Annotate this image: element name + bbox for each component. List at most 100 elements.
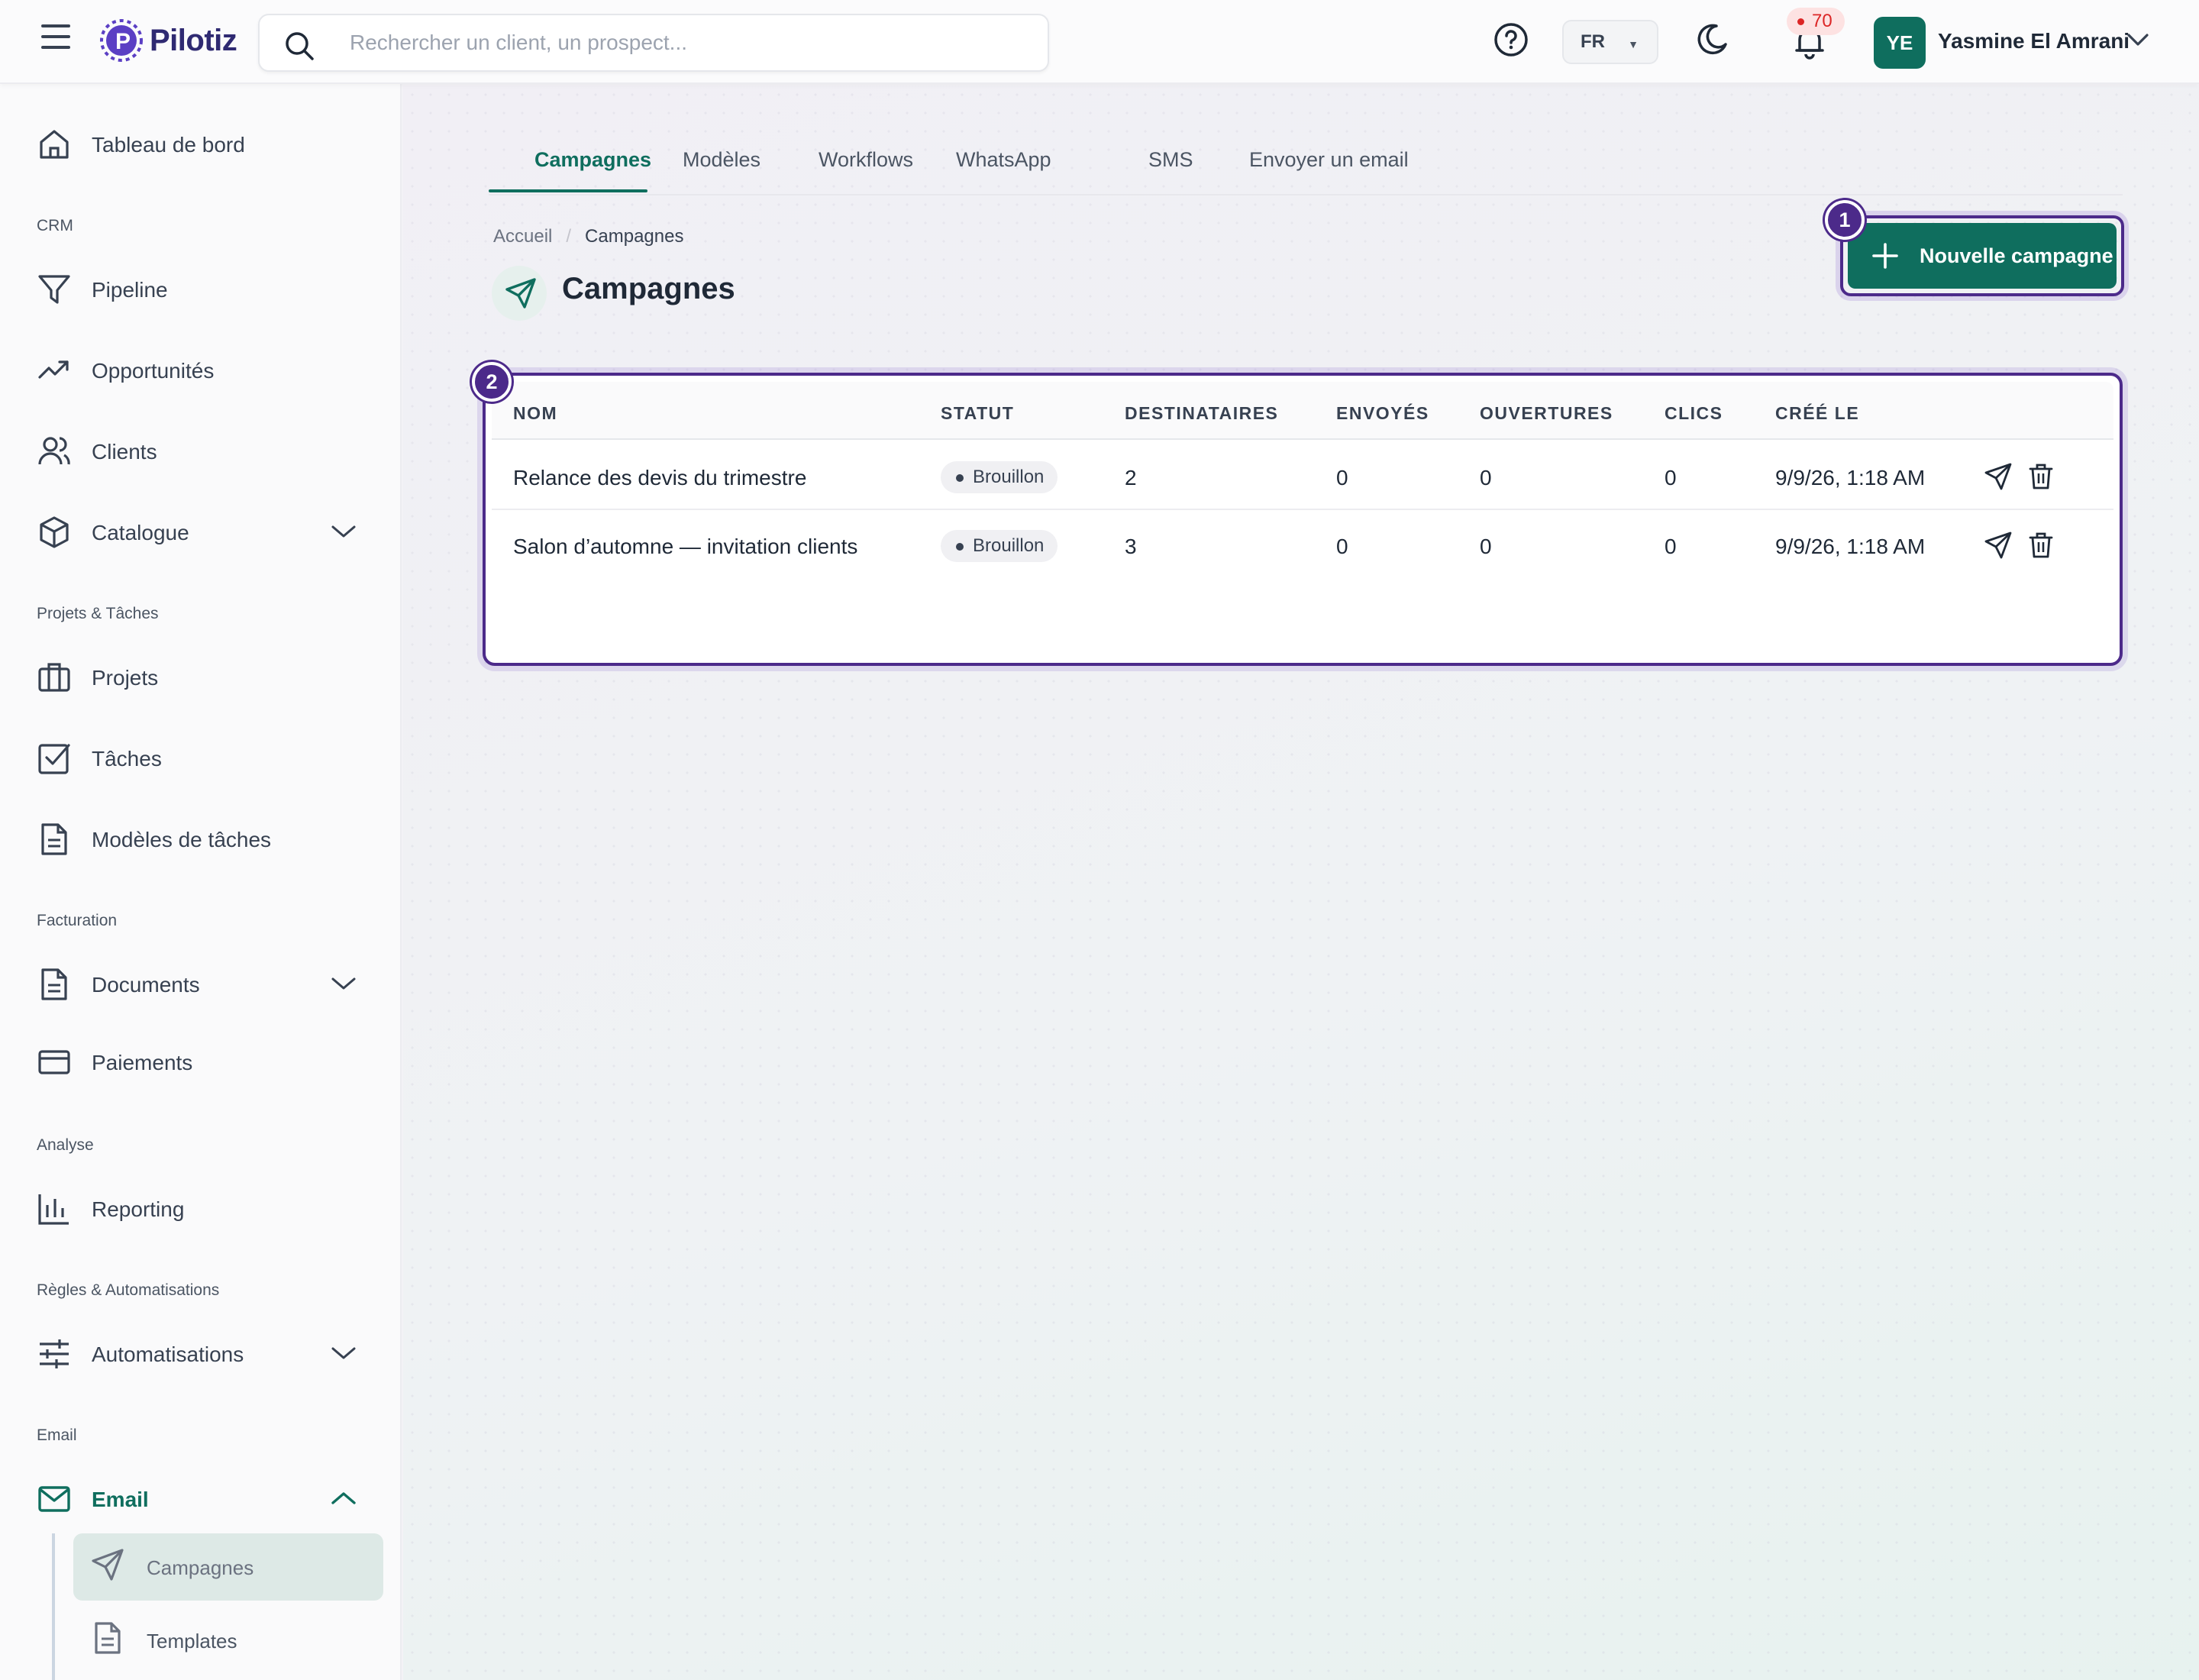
- table-row[interactable]: Salon d’automne — invitation clients Bro…: [492, 510, 2113, 579]
- sidebar-item-label: Automatisations: [92, 1342, 244, 1366]
- tab-sms[interactable]: SMS: [1148, 148, 1193, 172]
- column-header-recipients[interactable]: DESTINATAIRES: [1125, 403, 1278, 424]
- sidebar-item-clients[interactable]: Clients: [0, 423, 402, 477]
- sidebar-item-catalogue[interactable]: Catalogue: [0, 504, 402, 557]
- status-dot: [956, 543, 964, 551]
- sidebar-item-task-templates[interactable]: Modèles de tâches: [0, 811, 402, 864]
- chevron-down-icon[interactable]: [2124, 29, 2152, 50]
- column-header-created[interactable]: CRÉÉ LE: [1775, 403, 1859, 424]
- column-header-status[interactable]: STATUT: [941, 403, 1014, 424]
- campaign-name[interactable]: Salon d’automne — invitation clients: [513, 535, 857, 559]
- sidebar: Tableau de bord CRM Pipeline Opportunité…: [0, 84, 402, 1680]
- document-icon: [41, 968, 67, 1000]
- sidebar-item-pipeline[interactable]: Pipeline: [0, 261, 402, 315]
- tab-bar: Campagnes Modèles Workflows WhatsApp SMS…: [489, 134, 2123, 195]
- sidebar-item-documents[interactable]: Documents: [0, 956, 402, 1010]
- moon-icon[interactable]: [1694, 21, 1730, 58]
- sidebar-item-label: Tableau de bord: [92, 133, 245, 157]
- sent-count: 0: [1336, 466, 1348, 489]
- tab-models[interactable]: Modèles: [683, 148, 760, 172]
- breadcrumb: Accueil / Campagnes: [493, 226, 683, 247]
- sidebar-item-label: Clients: [92, 440, 157, 464]
- breadcrumb-separator: /: [566, 226, 572, 247]
- sidebar-subitem-label: Campagnes: [147, 1556, 254, 1579]
- sidebar-item-projects[interactable]: Projets: [0, 649, 402, 703]
- bar-chart-icon: [38, 1194, 69, 1225]
- sliders-icon: [40, 1339, 69, 1368]
- opens-count: 0: [1480, 535, 1492, 558]
- send-icon: [92, 1549, 124, 1581]
- logo-icon: P: [100, 19, 143, 62]
- chevron-down-icon[interactable]: [330, 974, 357, 993]
- table-row[interactable]: Relance des devis du trimestre Brouillon…: [492, 441, 2113, 510]
- avatar[interactable]: YE: [1874, 17, 1926, 69]
- tab-campaigns[interactable]: Campagnes: [534, 148, 651, 172]
- credit-card-icon: [38, 1050, 70, 1074]
- sidebar-item-label: Tâches: [92, 747, 162, 771]
- search-box: [258, 14, 1049, 72]
- column-header-sent[interactable]: ENVOYÉS: [1336, 403, 1429, 424]
- send-icon[interactable]: [1983, 461, 2013, 492]
- column-header-opens[interactable]: OUVERTURES: [1480, 403, 1613, 424]
- sent-count: 0: [1336, 535, 1348, 558]
- breadcrumb-current: Campagnes: [585, 226, 684, 247]
- marker-2: 2: [472, 362, 512, 402]
- sidebar-item-reporting[interactable]: Reporting: [0, 1181, 402, 1234]
- section-label-rules: Règles & Automatisations: [37, 1281, 220, 1299]
- new-campaign-label: Nouvelle campagne: [1920, 244, 2113, 267]
- caret-down-icon: ▼: [1628, 38, 1639, 50]
- active-tab-indicator: [489, 189, 647, 192]
- sidebar-subitem-templates[interactable]: Templates: [73, 1607, 383, 1674]
- sidebar-subitem-campaigns[interactable]: Campagnes: [73, 1533, 383, 1601]
- language-select[interactable]: FR ▼: [1562, 20, 1658, 64]
- search-icon: [286, 32, 314, 60]
- chevron-down-icon[interactable]: [330, 522, 357, 541]
- sidebar-item-label: Pipeline: [92, 278, 168, 302]
- app-logo[interactable]: P Pilotiz: [99, 18, 237, 63]
- tab-send-email[interactable]: Envoyer un email: [1249, 148, 1409, 172]
- page-icon-badge: [492, 266, 547, 321]
- box-icon: [40, 516, 69, 548]
- sidebar-item-dashboard[interactable]: Tableau de bord: [0, 116, 402, 170]
- column-header-name[interactable]: NOM: [513, 403, 557, 424]
- tab-workflows[interactable]: Workflows: [819, 148, 913, 172]
- main-content: Campagnes Modèles Workflows WhatsApp SMS…: [403, 86, 2199, 1680]
- user-name[interactable]: Yasmine El Amrani: [1938, 29, 2130, 53]
- sidebar-item-label: Paiements: [92, 1051, 193, 1074]
- sidebar-item-payments[interactable]: Paiements: [0, 1034, 402, 1087]
- send-icon[interactable]: [1983, 530, 2013, 561]
- sidebar-item-label: Reporting: [92, 1197, 185, 1221]
- sidebar-item-email[interactable]: Email: [0, 1471, 402, 1524]
- campaign-name[interactable]: Relance des devis du trimestre: [513, 466, 806, 490]
- created-date: 9/9/26, 1:18 AM: [1775, 466, 1926, 489]
- help-icon[interactable]: [1493, 21, 1529, 58]
- campaigns-table: NOM STATUT DESTINATAIRES ENVOYÉS OUVERTU…: [483, 373, 2123, 666]
- sidebar-item-label: Email: [92, 1488, 149, 1511]
- checkbox-icon: [38, 744, 70, 774]
- sidebar-item-label: Documents: [92, 973, 200, 997]
- tab-whatsapp[interactable]: WhatsApp: [956, 148, 1051, 172]
- status-dot: [956, 474, 964, 482]
- sidebar-item-tasks[interactable]: Tâches: [0, 730, 402, 783]
- sidebar-item-label: Catalogue: [92, 521, 189, 544]
- opens-count: 0: [1480, 466, 1492, 489]
- trending-up-icon: [38, 360, 69, 379]
- chevron-up-icon[interactable]: [330, 1489, 357, 1507]
- svg-text:P: P: [115, 29, 131, 54]
- breadcrumb-home[interactable]: Accueil: [493, 226, 552, 247]
- sidebar-item-opportunities[interactable]: Opportunités: [0, 342, 402, 396]
- document-icon: [41, 823, 67, 855]
- notification-count: 70: [1812, 11, 1832, 31]
- recipients-count: 3: [1125, 535, 1137, 558]
- chevron-down-icon[interactable]: [330, 1344, 357, 1362]
- trash-icon[interactable]: [2026, 461, 2056, 492]
- menu-icon[interactable]: [41, 24, 72, 55]
- sidebar-item-automations[interactable]: Automatisations: [0, 1326, 402, 1379]
- search-input[interactable]: [350, 26, 1022, 60]
- new-campaign-button[interactable]: Nouvelle campagne: [1848, 223, 2117, 289]
- column-header-clicks[interactable]: CLICS: [1665, 403, 1723, 424]
- sidebar-item-label: Projets: [92, 666, 159, 690]
- created-date: 9/9/26, 1:18 AM: [1775, 535, 1926, 558]
- trash-icon[interactable]: [2026, 530, 2056, 561]
- sidebar-subitem-label: Templates: [147, 1630, 237, 1653]
